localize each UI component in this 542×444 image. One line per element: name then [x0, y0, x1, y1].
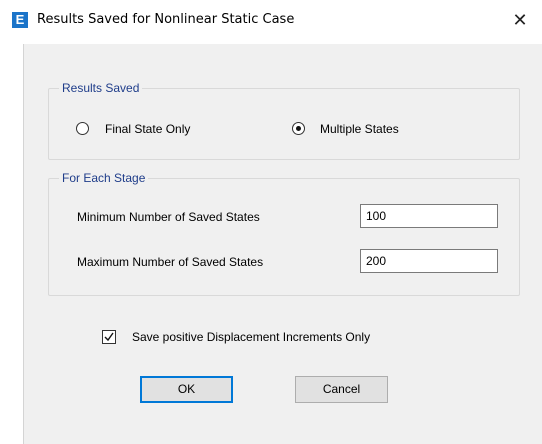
dialog-body: Results Saved Final State Only Multiple …	[23, 44, 542, 444]
results-saved-legend: Results Saved	[59, 81, 143, 95]
window-title: Results Saved for Nonlinear Static Case	[37, 12, 295, 27]
for-each-stage-legend: For Each Stage	[59, 171, 149, 185]
min-saved-states-label: Minimum Number of Saved States	[77, 210, 260, 224]
final-state-only-label[interactable]: Final State Only	[105, 122, 190, 136]
max-saved-states-input[interactable]	[360, 249, 498, 273]
title-bar: E Results Saved for Nonlinear Static Cas…	[0, 0, 542, 44]
final-state-only-radio[interactable]	[76, 122, 89, 135]
cancel-button[interactable]: Cancel	[295, 376, 388, 403]
app-icon: E	[12, 12, 28, 28]
results-saved-group: Results Saved Final State Only Multiple …	[48, 81, 520, 160]
multiple-states-label[interactable]: Multiple States	[320, 122, 399, 136]
checkmark-icon	[104, 332, 114, 342]
for-each-stage-group: For Each Stage Minimum Number of Saved S…	[48, 171, 520, 296]
positive-only-label[interactable]: Save positive Displacement Increments On…	[132, 330, 370, 344]
ok-button[interactable]: OK	[140, 376, 233, 403]
positive-only-checkbox[interactable]	[102, 330, 116, 344]
min-saved-states-input[interactable]	[360, 204, 498, 228]
max-saved-states-label: Maximum Number of Saved States	[77, 255, 264, 269]
multiple-states-radio[interactable]	[292, 122, 305, 135]
close-icon[interactable]: ✕	[504, 5, 536, 35]
